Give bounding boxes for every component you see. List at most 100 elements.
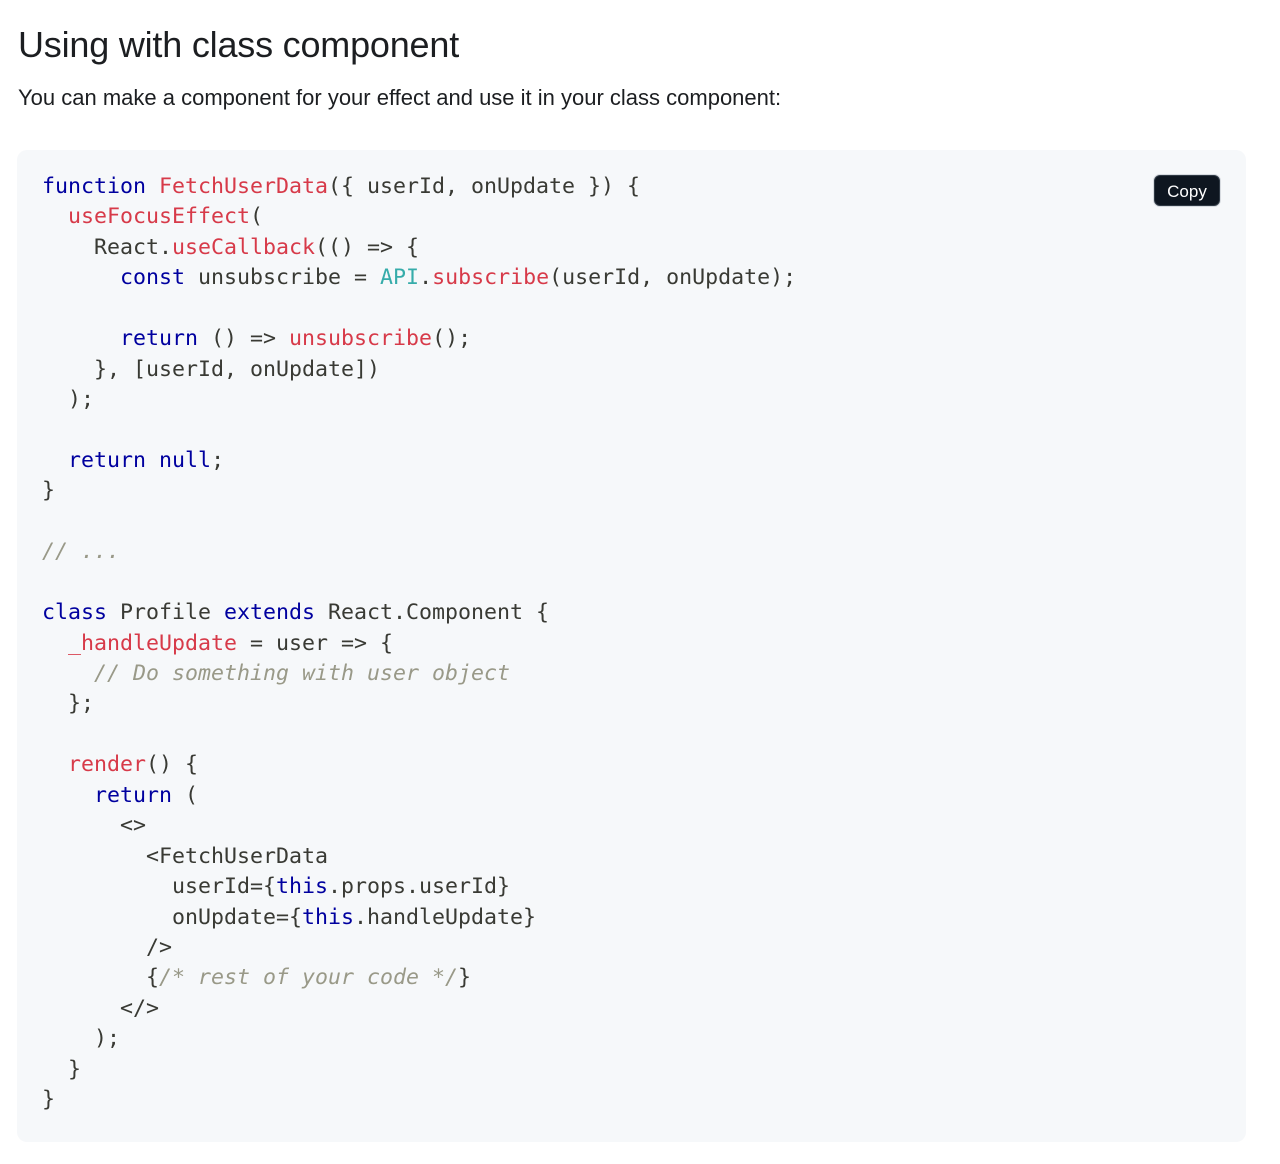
code-token-keyword: return [94, 782, 173, 808]
code-line: <> [42, 811, 796, 841]
code-token-plain: () { [146, 752, 199, 778]
code-token-plain: } [42, 478, 56, 504]
code-token-plain: (); [432, 326, 472, 352]
code-token-function: subscribe [432, 265, 550, 291]
code-token-function: useFocusEffect [68, 204, 251, 230]
code-token-plain: Profile [107, 600, 225, 626]
intro-paragraph: You can make a component for your effect… [18, 85, 782, 110]
code-content: function FetchUserData({ userId, onUpdat… [42, 172, 796, 1116]
code-line: ); [42, 1024, 796, 1054]
code-token-plain: <FetchUserData [42, 843, 329, 869]
code-line: <FetchUserData [42, 842, 796, 872]
code-line: ​ [42, 568, 796, 598]
code-line: ​ [42, 416, 796, 446]
code-token-function: FetchUserData [159, 174, 329, 199]
code-token-keyword: extends [224, 600, 316, 626]
code-line: useFocusEffect( [42, 202, 796, 232]
code-line: return () => unsubscribe(); [42, 324, 796, 354]
code-token-keyword: function [42, 174, 147, 199]
code-token-plain: . [419, 265, 433, 291]
code-line: const unsubscribe = API.subscribe(userId… [42, 263, 796, 293]
code-token-comment: // Do something with user object [94, 661, 511, 686]
code-token-plain: } [42, 1087, 56, 1113]
code-token-plain: ); [42, 1026, 121, 1052]
code-line: ​ [42, 507, 796, 537]
code-token-plain: } [42, 1056, 82, 1082]
section-heading: Using with class component [18, 24, 460, 65]
code-token-comment: // ... [42, 539, 121, 565]
code-line: function FetchUserData({ userId, onUpdat… [42, 172, 796, 202]
code-line: }, [userId, onUpdate]) [42, 355, 796, 385]
code-token-keyword: return [120, 326, 199, 352]
code-token-plain: () => [198, 326, 290, 352]
code-line: ​ [42, 720, 796, 750]
code-line: /> [42, 933, 796, 963]
code-line: // ... [42, 537, 796, 567]
code-token-plain: ); [42, 387, 95, 413]
code-token-plain: unsubscribe = [185, 265, 381, 291]
code-token-plain: .props.userId} [328, 874, 511, 900]
code-line: return null; [42, 446, 796, 476]
code-token-keyword: const [120, 265, 186, 291]
code-token-plain: .handleUpdate} [354, 904, 537, 930]
code-token-plain: ; [211, 447, 225, 473]
code-token-plain: } [458, 965, 472, 991]
code-token-plain: <> [42, 813, 147, 839]
code-token-plain: ( [172, 782, 199, 808]
code-token-plain: userId={ [42, 874, 277, 900]
code-line: ); [42, 385, 796, 415]
code-lines: function FetchUserData({ userId, onUpdat… [42, 172, 796, 1116]
code-token-function: _handleUpdate [68, 630, 238, 656]
code-line: _handleUpdate = user => { [42, 629, 796, 659]
code-line: React.useCallback(() => { [42, 233, 796, 263]
code-token-function: render [68, 752, 147, 778]
code-token-plain: (userId, onUpdate); [549, 265, 797, 291]
code-token-plain: (() => { [315, 234, 420, 260]
code-block: Copy function FetchUserData({ userId, on… [17, 150, 1246, 1142]
code-line: } [42, 476, 796, 506]
code-line: </> [42, 994, 796, 1024]
code-token-builtin: API [380, 265, 420, 291]
code-line: ​ [42, 294, 796, 324]
copy-button[interactable]: Copy [1154, 175, 1220, 206]
code-token-keyword: this [276, 874, 329, 900]
code-line: // Do something with user object [42, 659, 796, 689]
code-token-keyword: this [302, 904, 355, 930]
code-line: return ( [42, 781, 796, 811]
code-token-plain: = user => { [237, 630, 394, 656]
code-token-plain: React. [42, 234, 173, 260]
code-token-plain: }; [42, 691, 95, 717]
code-token-plain: ( [250, 204, 264, 230]
code-line: } [42, 1085, 796, 1115]
code-token-plain: }, [userId, onUpdate]) [42, 356, 381, 382]
code-token-keyword: return [68, 447, 147, 473]
code-line: onUpdate={this.handleUpdate} [42, 903, 796, 933]
code-token-plain: onUpdate={ [42, 904, 303, 930]
code-token-plain: ({ userId, onUpdate }) { [328, 174, 641, 199]
code-token-plain: React.Component { [315, 600, 550, 626]
code-token-plain: { [42, 965, 160, 991]
code-line: {/* rest of your code */} [42, 963, 796, 993]
code-line: render() { [42, 750, 796, 780]
code-token-keyword: null [159, 447, 212, 473]
code-token-plain: </> [42, 995, 160, 1021]
code-token-comment: /* rest of your code */ [159, 965, 459, 991]
code-token-function: unsubscribe [289, 326, 433, 352]
code-line: } [42, 1055, 796, 1085]
code-token-plain: /> [42, 934, 173, 960]
code-line: class Profile extends React.Component { [42, 598, 796, 628]
code-token-function: useCallback [172, 234, 316, 260]
code-line: userId={this.props.userId} [42, 872, 796, 902]
code-token-keyword: class [42, 600, 108, 626]
code-line: }; [42, 689, 796, 719]
